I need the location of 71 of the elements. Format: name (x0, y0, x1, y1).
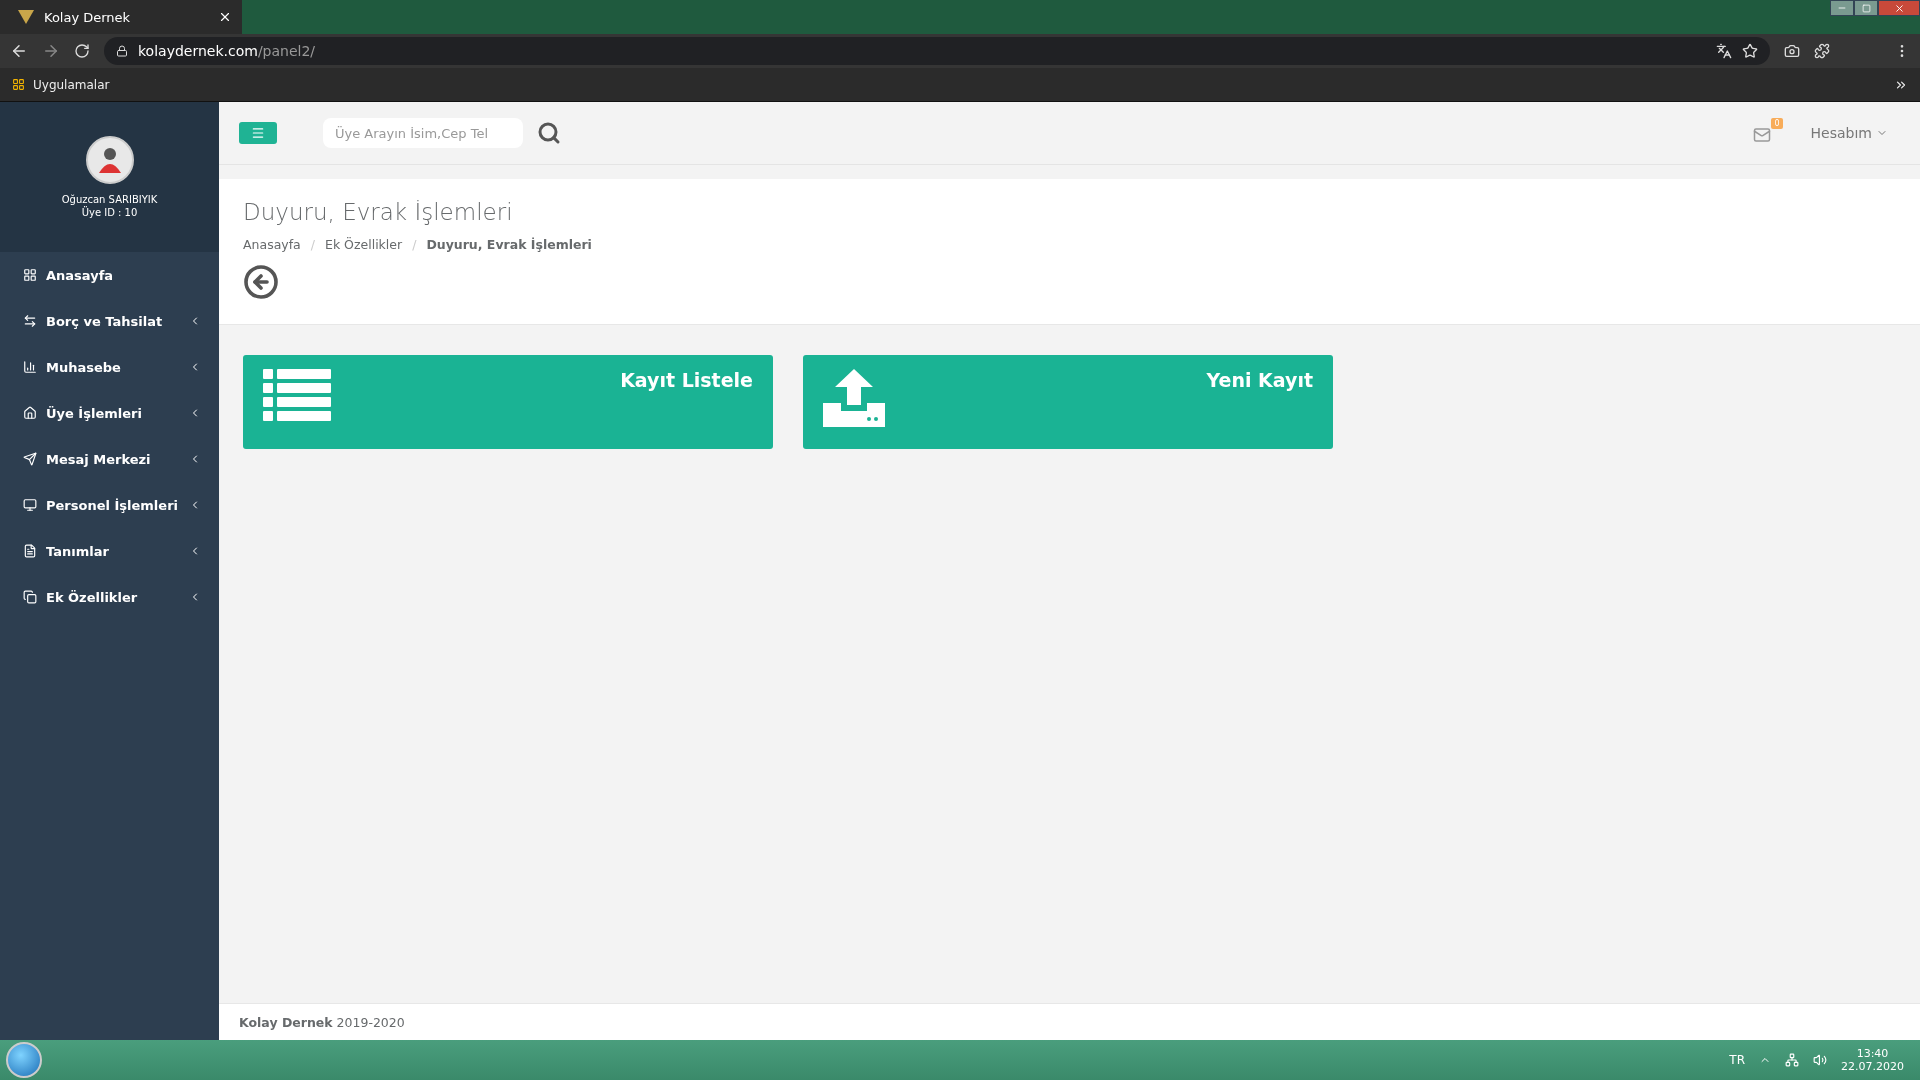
menu-icon (251, 126, 265, 140)
search-field[interactable]: Üye Arayın İsim,Cep Tel (323, 118, 523, 148)
network-icon[interactable] (1785, 1053, 1799, 1067)
home-icon (23, 406, 37, 420)
reload-icon[interactable] (74, 43, 90, 59)
arrows-icon (23, 314, 37, 328)
account-menu[interactable]: Hesabım (1810, 125, 1888, 141)
sidebar-item[interactable]: Borç ve Tahsilat (0, 298, 219, 344)
monitor-icon (23, 498, 37, 512)
back-button[interactable] (243, 264, 279, 300)
document-icon (23, 544, 37, 558)
list-icon (263, 369, 331, 421)
volume-icon[interactable] (1813, 1053, 1827, 1067)
breadcrumb-link[interactable]: Ek Özellikler (325, 237, 403, 252)
sidebar-label: Ek Özellikler (46, 589, 139, 605)
back-icon[interactable] (10, 42, 28, 60)
breadcrumb-link[interactable]: Anasayfa (243, 237, 301, 252)
sidebar-label: Mesaj Merkezi (46, 451, 152, 467)
bookmark-label: Uygulamalar (33, 77, 110, 92)
address-bar[interactable]: kolaydernek.com/panel2/ (104, 37, 1770, 65)
sidebar-label: Borç ve Tahsilat (46, 313, 164, 329)
close-icon (1893, 2, 1905, 14)
camera-icon[interactable] (1784, 43, 1800, 59)
avatar (85, 136, 134, 184)
sidebar-item[interactable]: Ek Özellikler (0, 574, 219, 620)
search-icon[interactable] (537, 121, 561, 145)
extensions-icon[interactable] (1814, 43, 1830, 59)
breadcrumb-separator: / (310, 237, 315, 252)
page-title: Duyuru, Evrak İşlemleri (243, 199, 514, 225)
apps-grid-icon (12, 78, 25, 91)
forward-icon[interactable] (42, 42, 60, 60)
start-button[interactable] (6, 1042, 42, 1078)
footer-text: Kolay Dernek 2019-2020 (239, 1014, 405, 1030)
sidebar-label: Anasayfa (46, 267, 115, 283)
account-label: Hesabım (1810, 125, 1872, 141)
maximize-button[interactable] (1854, 0, 1878, 16)
paper-plane-icon (23, 452, 37, 466)
bookmark-link[interactable]: Uygulamalar (12, 77, 110, 92)
sidebar-item[interactable]: Tanımlar (0, 528, 219, 574)
clock[interactable]: 13:40 22.07.2020 (1841, 1047, 1904, 1073)
clock-time: 13:40 (1856, 1047, 1889, 1060)
copy-icon (23, 590, 37, 604)
close-icon[interactable] (218, 10, 232, 24)
sidebar-item[interactable]: Mesaj Merkezi (0, 436, 219, 482)
sidebar-item[interactable]: Anasayfa (0, 252, 219, 298)
minimize-button[interactable] (1830, 0, 1854, 16)
restore-icon (1861, 3, 1871, 13)
grid-icon (23, 268, 37, 282)
sidebar-item[interactable]: Personel İşlemleri (0, 482, 219, 528)
sidebar-label: Muhasebe (46, 359, 122, 375)
sidebar-label: Tanımlar (46, 543, 110, 559)
user-id: Üye ID : 10 (81, 207, 138, 218)
star-icon[interactable] (1742, 43, 1758, 59)
sidebar-item[interactable]: Muhasebe (0, 344, 219, 390)
tile-label: Yeni Kayıt (1206, 369, 1313, 393)
breadcrumb-link[interactable]: Duyuru, Evrak İşlemleri (426, 237, 592, 252)
notification-badge: 0 (1771, 118, 1783, 129)
user-name: Oğuzcan SARIBIYIK (61, 194, 158, 205)
translate-icon[interactable] (1716, 43, 1732, 59)
browser-tab[interactable]: Kolay Dernek (0, 0, 242, 34)
breadcrumb-separator: / (412, 237, 417, 252)
clock-date: 22.07.2020 (1841, 1060, 1904, 1073)
language-indicator[interactable]: TR (1729, 1053, 1745, 1067)
sidebar-label: Üye İşlemleri (46, 405, 143, 421)
sidebar-item[interactable]: Üye İşlemleri (0, 390, 219, 436)
bar-chart-icon (23, 360, 37, 374)
mail-icon[interactable] (1752, 126, 1771, 144)
upload-icon (823, 369, 885, 429)
sidebar-label: Personel İşlemleri (46, 497, 179, 513)
tile-label: Kayıt Listele (620, 369, 753, 393)
lock-icon (116, 45, 128, 57)
